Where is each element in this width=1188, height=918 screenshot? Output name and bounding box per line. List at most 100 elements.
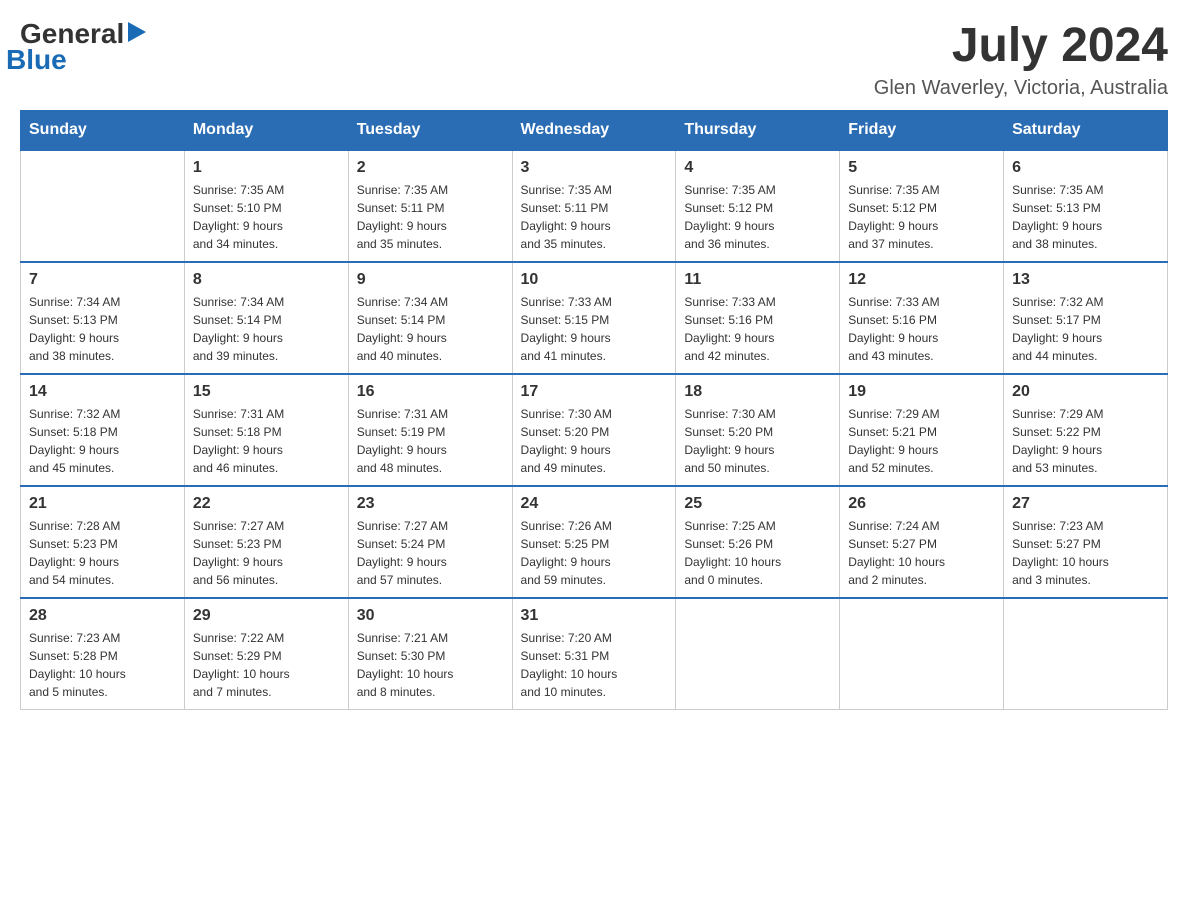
- day-info: Sunrise: 7:35 AMSunset: 5:13 PMDaylight:…: [1012, 181, 1159, 253]
- month-year-title: July 2024: [874, 20, 1168, 73]
- day-number: 18: [684, 383, 831, 401]
- day-cell: 1 Sunrise: 7:35 AMSunset: 5:10 PMDaylight…: [184, 150, 348, 262]
- day-cell: 20Sunrise: 7:29 AMSunset: 5:22 PMDayligh…: [1004, 374, 1168, 486]
- day-number: 28: [29, 607, 176, 625]
- day-number: 3: [521, 159, 668, 177]
- day-info: Sunrise: 7:31 AMSunset: 5:18 PMDaylight:…: [193, 405, 340, 477]
- day-number: 11: [684, 271, 831, 289]
- day-info: Sunrise: 7:25 AMSunset: 5:26 PMDaylight:…: [684, 517, 831, 589]
- day-number: 9: [357, 271, 504, 289]
- day-info: Sunrise: 7:30 AMSunset: 5:20 PMDaylight:…: [521, 405, 668, 477]
- day-number: 15: [193, 383, 340, 401]
- day-info: Sunrise: 7:28 AMSunset: 5:23 PMDaylight:…: [29, 517, 176, 589]
- day-info: Sunrise: 7:33 AMSunset: 5:16 PMDaylight:…: [684, 293, 831, 365]
- day-cell: 31Sunrise: 7:20 AMSunset: 5:31 PMDayligh…: [512, 598, 676, 710]
- day-number: 31: [521, 607, 668, 625]
- day-info: Sunrise: 7:35 AMSunset: 5:10 PMDaylight:…: [193, 181, 340, 253]
- day-info: Sunrise: 7:21 AMSunset: 5:30 PMDaylight:…: [357, 629, 504, 701]
- day-number: 23: [357, 495, 504, 513]
- day-info: Sunrise: 7:33 AMSunset: 5:16 PMDaylight:…: [848, 293, 995, 365]
- day-info: Sunrise: 7:33 AMSunset: 5:15 PMDaylight:…: [521, 293, 668, 365]
- day-cell: 28 Sunrise: 7:23 AMSunset: 5:28 PMDayligh…: [21, 598, 185, 710]
- day-number: 19: [848, 383, 995, 401]
- day-number: 6: [1012, 159, 1159, 177]
- day-cell: 22 Sunrise: 7:27 AMSunset: 5:23 PMDayligh…: [184, 486, 348, 598]
- day-number: 1: [193, 159, 340, 177]
- day-cell: 17Sunrise: 7:30 AMSunset: 5:20 PMDayligh…: [512, 374, 676, 486]
- col-header-saturday: Saturday: [1004, 110, 1168, 150]
- day-number: 5: [848, 159, 995, 177]
- col-header-tuesday: Tuesday: [348, 110, 512, 150]
- day-cell: 9 Sunrise: 7:34 AMSunset: 5:14 PMDaylight…: [348, 262, 512, 374]
- day-info: Sunrise: 7:35 AMSunset: 5:11 PMDaylight:…: [521, 181, 668, 253]
- week-row-2: 7Sunrise: 7:34 AMSunset: 5:13 PMDaylight…: [21, 262, 1168, 374]
- day-cell: 13Sunrise: 7:32 AMSunset: 5:17 PMDayligh…: [1004, 262, 1168, 374]
- day-number: 25: [684, 495, 831, 513]
- col-header-sunday: Sunday: [21, 110, 185, 150]
- day-number: 22: [193, 495, 340, 513]
- day-cell: [840, 598, 1004, 710]
- day-info: Sunrise: 7:31 AMSunset: 5:19 PMDaylight:…: [357, 405, 504, 477]
- page-header: General Blue July 2024 Glen Waverley, Vi…: [20, 20, 1168, 100]
- day-number: 24: [521, 495, 668, 513]
- week-row-1: 1 Sunrise: 7:35 AMSunset: 5:10 PMDaylight…: [21, 150, 1168, 262]
- day-number: 26: [848, 495, 995, 513]
- day-info: Sunrise: 7:29 AMSunset: 5:21 PMDaylight:…: [848, 405, 995, 477]
- day-info: Sunrise: 7:30 AMSunset: 5:20 PMDaylight:…: [684, 405, 831, 477]
- day-cell: 18 Sunrise: 7:30 AMSunset: 5:20 PMDayligh…: [676, 374, 840, 486]
- day-cell: 7Sunrise: 7:34 AMSunset: 5:13 PMDaylight…: [21, 262, 185, 374]
- week-row-3: 14 Sunrise: 7:32 AMSunset: 5:18 PMDayligh…: [21, 374, 1168, 486]
- day-cell: 10 Sunrise: 7:33 AMSunset: 5:15 PMDayligh…: [512, 262, 676, 374]
- day-number: 7: [29, 271, 176, 289]
- col-header-friday: Friday: [840, 110, 1004, 150]
- day-info: Sunrise: 7:32 AMSunset: 5:17 PMDaylight:…: [1012, 293, 1159, 365]
- calendar-table: SundayMondayTuesdayWednesdayThursdayFrid…: [20, 110, 1168, 710]
- day-number: 29: [193, 607, 340, 625]
- day-cell: 25 Sunrise: 7:25 AMSunset: 5:26 PMDayligh…: [676, 486, 840, 598]
- day-number: 27: [1012, 495, 1159, 513]
- day-cell: 30Sunrise: 7:21 AMSunset: 5:30 PMDayligh…: [348, 598, 512, 710]
- logo-blue: Blue: [6, 44, 67, 75]
- day-cell: 5Sunrise: 7:35 AMSunset: 5:12 PMDaylight…: [840, 150, 1004, 262]
- day-info: Sunrise: 7:34 AMSunset: 5:14 PMDaylight:…: [357, 293, 504, 365]
- day-cell: 15 Sunrise: 7:31 AMSunset: 5:18 PMDayligh…: [184, 374, 348, 486]
- day-cell: [1004, 598, 1168, 710]
- week-row-5: 28 Sunrise: 7:23 AMSunset: 5:28 PMDayligh…: [21, 598, 1168, 710]
- logo: General Blue: [20, 20, 146, 76]
- day-cell: [21, 150, 185, 262]
- day-cell: 12 Sunrise: 7:33 AMSunset: 5:16 PMDayligh…: [840, 262, 1004, 374]
- day-info: Sunrise: 7:35 AMSunset: 5:11 PMDaylight:…: [357, 181, 504, 253]
- day-cell: 29Sunrise: 7:22 AMSunset: 5:29 PMDayligh…: [184, 598, 348, 710]
- calendar-header-row: SundayMondayTuesdayWednesdayThursdayFrid…: [21, 110, 1168, 150]
- day-cell: 6 Sunrise: 7:35 AMSunset: 5:13 PMDaylight…: [1004, 150, 1168, 262]
- day-number: 21: [29, 495, 176, 513]
- day-cell: 19 Sunrise: 7:29 AMSunset: 5:21 PMDayligh…: [840, 374, 1004, 486]
- day-number: 12: [848, 271, 995, 289]
- day-info: Sunrise: 7:24 AMSunset: 5:27 PMDaylight:…: [848, 517, 995, 589]
- day-number: 14: [29, 383, 176, 401]
- day-cell: 8Sunrise: 7:34 AMSunset: 5:14 PMDaylight…: [184, 262, 348, 374]
- day-cell: 23 Sunrise: 7:27 AMSunset: 5:24 PMDayligh…: [348, 486, 512, 598]
- day-cell: 16Sunrise: 7:31 AMSunset: 5:19 PMDayligh…: [348, 374, 512, 486]
- location-subtitle: Glen Waverley, Victoria, Australia: [874, 77, 1168, 100]
- day-info: Sunrise: 7:27 AMSunset: 5:24 PMDaylight:…: [357, 517, 504, 589]
- day-info: Sunrise: 7:34 AMSunset: 5:14 PMDaylight:…: [193, 293, 340, 365]
- day-cell: 2Sunrise: 7:35 AMSunset: 5:11 PMDaylight…: [348, 150, 512, 262]
- day-info: Sunrise: 7:29 AMSunset: 5:22 PMDaylight:…: [1012, 405, 1159, 477]
- day-cell: 26 Sunrise: 7:24 AMSunset: 5:27 PMDayligh…: [840, 486, 1004, 598]
- day-cell: 14 Sunrise: 7:32 AMSunset: 5:18 PMDayligh…: [21, 374, 185, 486]
- day-info: Sunrise: 7:23 AMSunset: 5:28 PMDaylight:…: [29, 629, 176, 701]
- col-header-monday: Monday: [184, 110, 348, 150]
- day-info: Sunrise: 7:26 AMSunset: 5:25 PMDaylight:…: [521, 517, 668, 589]
- week-row-4: 21 Sunrise: 7:28 AMSunset: 5:23 PMDayligh…: [21, 486, 1168, 598]
- day-number: 4: [684, 159, 831, 177]
- day-info: Sunrise: 7:35 AMSunset: 5:12 PMDaylight:…: [684, 181, 831, 253]
- day-info: Sunrise: 7:23 AMSunset: 5:27 PMDaylight:…: [1012, 517, 1159, 589]
- day-info: Sunrise: 7:32 AMSunset: 5:18 PMDaylight:…: [29, 405, 176, 477]
- col-header-thursday: Thursday: [676, 110, 840, 150]
- day-cell: 24 Sunrise: 7:26 AMSunset: 5:25 PMDayligh…: [512, 486, 676, 598]
- day-number: 10: [521, 271, 668, 289]
- day-cell: [676, 598, 840, 710]
- day-info: Sunrise: 7:27 AMSunset: 5:23 PMDaylight:…: [193, 517, 340, 589]
- day-cell: 27 Sunrise: 7:23 AMSunset: 5:27 PMDayligh…: [1004, 486, 1168, 598]
